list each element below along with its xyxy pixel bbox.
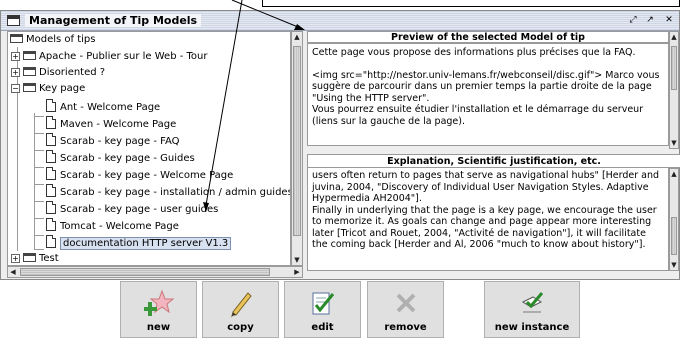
folder-icon [23,51,36,60]
scroll-thumb[interactable] [671,46,677,90]
scroll-left-icon[interactable]: ◀ [8,267,18,277]
tree-item-label: Disoriented ? [39,67,106,78]
scroll-down-icon[interactable]: ▼ [669,138,679,148]
document-icon [46,116,56,129]
scroll-thumb[interactable] [293,46,301,236]
remove-label: remove [384,322,427,333]
tip-models-tree[interactable]: Models of tips + Apache - Publier sur le … [7,31,291,266]
preview-text[interactable]: Cette page vous propose des informations… [307,43,669,146]
tree-horizontal-scrollbar[interactable]: ◀ ▶ [7,266,303,278]
tree-item-test[interactable]: + Test [11,252,59,265]
title-bar[interactable]: Management of Tip Models ⤢ ↗ ✕ [1,11,679,31]
tree-item-label: Scarab - key page - Welcome Page [60,170,234,181]
document-icon [46,167,56,180]
edit-label: edit [311,322,334,333]
edit-document-icon [312,292,334,315]
new-instance-button[interactable]: new instance [484,281,580,338]
expand-icon[interactable]: + [11,52,20,61]
tree-item-label: Scarab - key page - installation / admin… [60,187,291,198]
new-star-icon [143,289,174,316]
expand-icon[interactable]: + [11,68,20,77]
new-label: new [146,322,171,333]
collapse-icon[interactable]: − [11,84,20,93]
scroll-up-icon[interactable]: ▲ [669,169,679,179]
tree-item-tomcat[interactable]: Tomcat - Welcome Page [46,218,179,232]
frame-icon [7,15,20,26]
preview-paragraph: Cette page vous propose des informations… [312,47,636,58]
document-icon [46,218,56,231]
explanation-paragraph: users often return to pages that serve a… [312,170,660,204]
scroll-down-icon[interactable]: ▼ [669,260,679,270]
tree-item-label: Scarab - key page - user guides [60,204,219,215]
tree-item-label: Maven - Welcome Page [60,119,177,130]
document-icon [46,99,56,112]
copy-button[interactable]: copy [202,281,279,338]
preview-heading: Preview of the selected Model of tip [307,31,669,43]
internal-frame: Management of Tip Models ⤢ ↗ ✕ Models of… [0,10,680,280]
document-icon [46,235,56,248]
tree-root-label: Models of tips [26,34,96,45]
tree-item-label-selected: documentation HTTP server V1.3 [60,237,232,250]
expand-icon[interactable]: + [11,254,20,263]
document-icon [46,184,56,197]
tree-item-disoriented[interactable]: + Disoriented ? [11,66,105,80]
scroll-down-icon[interactable]: ▼ [292,255,302,265]
tree-item-label: Key page [39,83,86,94]
tree-item-label: Apache - Publier sur le Web - Tour [39,51,208,62]
preview-scrollbar[interactable]: ▲ ▼ [669,31,679,149]
maximize-icon[interactable]: ↗ [644,15,656,26]
scroll-up-icon[interactable]: ▲ [669,32,679,42]
folder-open-icon [23,83,36,92]
preview-paragraph: Vous pourrez ensuite étudier l'installat… [312,104,644,127]
new-instance-label: new instance [494,322,570,333]
scroll-thumb[interactable] [20,268,270,276]
tree-item-scarab-install[interactable]: Scarab - key page - installation / admin… [46,184,291,198]
preview-paragraph: <img src="http://nestor.univ-lemans.fr/w… [312,69,660,104]
scroll-thumb[interactable] [671,217,677,255]
tree-vertical-scrollbar[interactable]: ▲ ▼ [291,31,303,266]
tree-item-label: Scarab - key page - FAQ [60,136,180,147]
document-icon [46,201,56,214]
folder-icon [23,253,36,262]
new-button[interactable]: new [120,281,197,338]
explanation-heading: Explanation, Scientific justification, e… [307,154,680,168]
tree-item-apache[interactable]: + Apache - Publier sur le Web - Tour [11,50,208,64]
tree-item-label: Scarab - key page - Guides [60,153,195,164]
explanation-scrollbar[interactable]: ▲ ▼ [669,168,679,271]
tree-item-maven[interactable]: Maven - Welcome Page [46,116,176,130]
remove-button[interactable]: remove [367,281,444,338]
explanation-text[interactable]: users often return to pages that serve a… [307,166,669,271]
tree-item-scarab-welcome[interactable]: Scarab - key page - Welcome Page [46,167,233,181]
new-instance-icon [521,292,544,313]
tree-item-ant[interactable]: Ant - Welcome Page [46,99,160,113]
tree-root[interactable]: Models of tips [10,33,96,47]
top-annotation-strip [262,0,680,7]
tree-item-label: Tomcat - Welcome Page [60,221,179,232]
edit-button[interactable]: edit [284,281,361,338]
pencil-icon [230,292,252,318]
folder-icon [23,67,36,76]
document-icon [46,150,56,163]
document-icon [46,133,56,146]
minimize-icon[interactable]: ⤢ [627,15,639,26]
scroll-up-icon[interactable]: ▲ [292,32,302,42]
tree-item-scarab-faq[interactable]: Scarab - key page - FAQ [46,133,180,147]
tree-item-label: Ant - Welcome Page [60,102,161,113]
tree-item-scarab-guides[interactable]: Scarab - key page - Guides [46,150,195,164]
scroll-right-icon[interactable]: ▶ [292,267,302,277]
folder-icon [10,34,23,43]
tree-item-scarab-user[interactable]: Scarab - key page - user guides [46,201,218,215]
explanation-paragraph: Finally in underlying that the page is a… [312,204,657,251]
tree-item-key-page[interactable]: − Key page [11,82,85,96]
remove-x-icon [396,293,415,313]
close-icon[interactable]: ✕ [663,15,675,26]
window-title: Management of Tip Models [25,14,202,27]
tree-item-http-server[interactable]: documentation HTTP server V1.3 [46,235,232,250]
tree-item-label: Test [39,253,59,264]
copy-label: copy [227,322,254,333]
